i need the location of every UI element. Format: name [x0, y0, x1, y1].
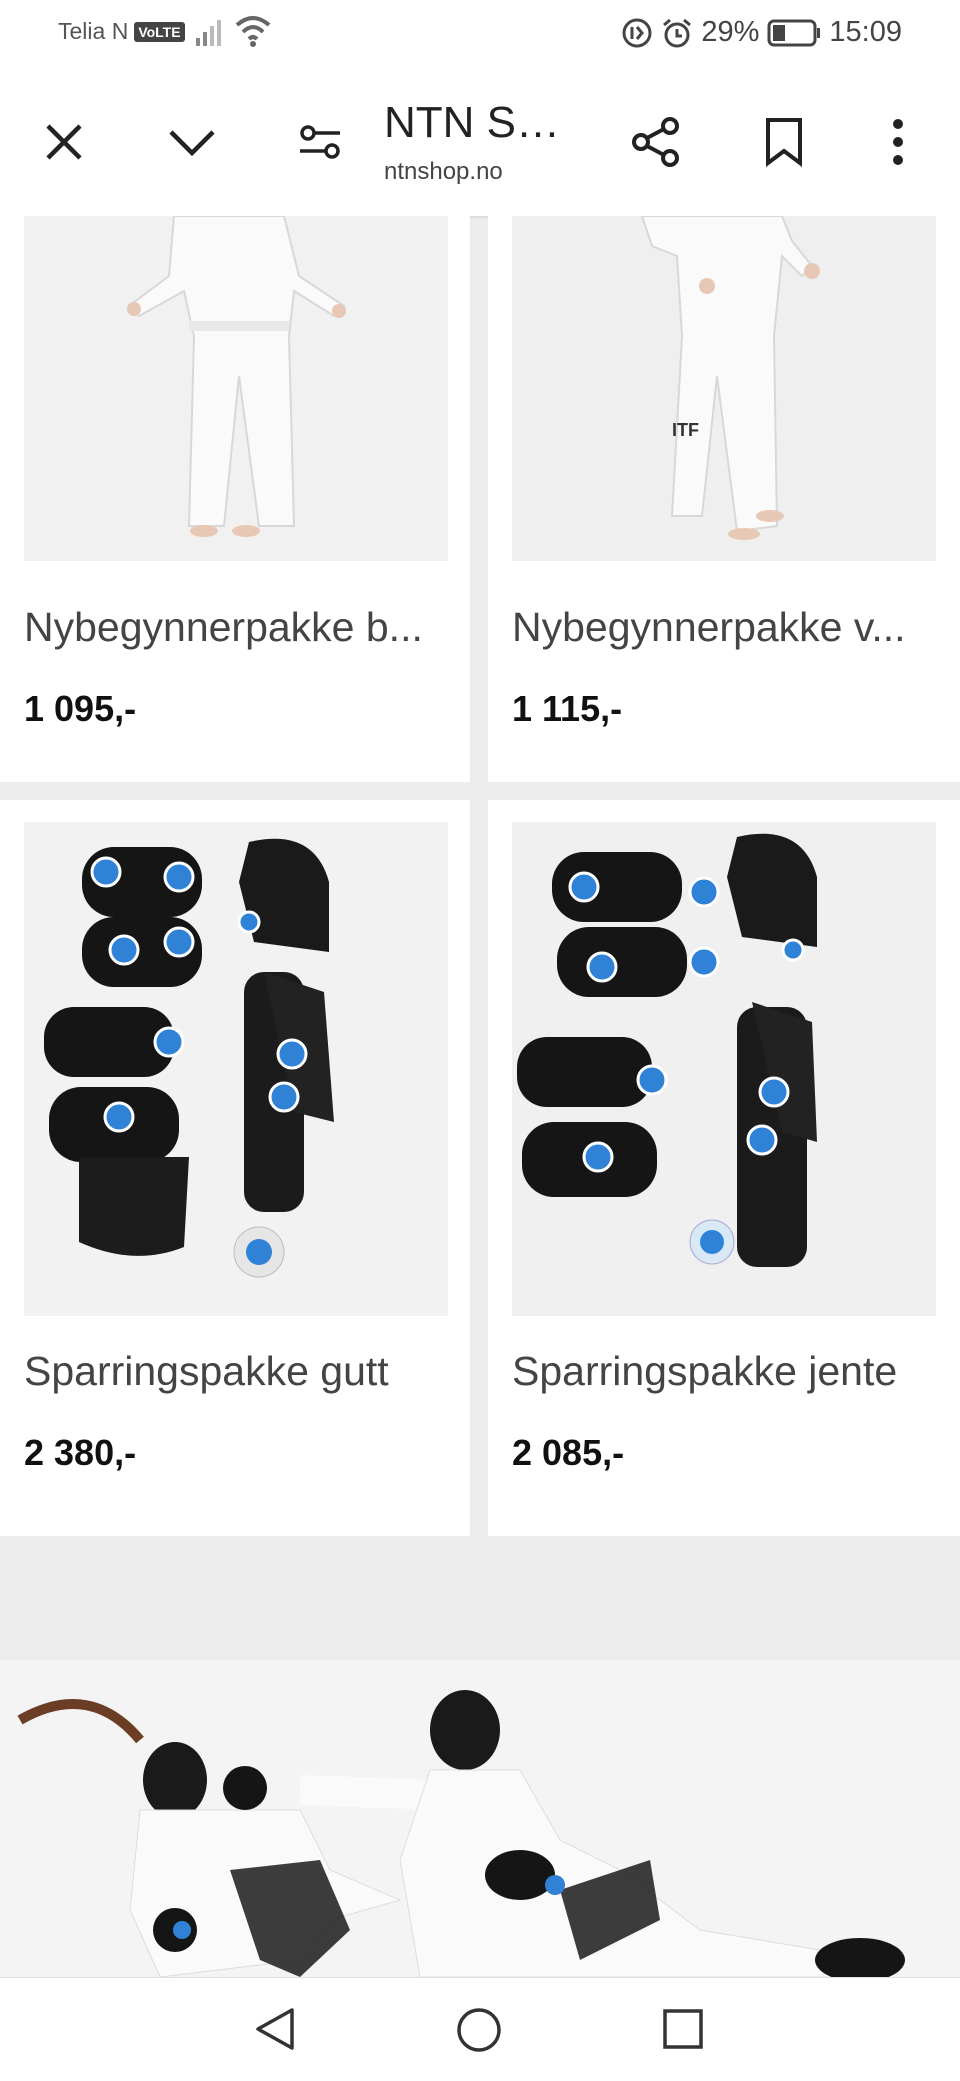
svg-text:ITF: ITF	[672, 420, 699, 440]
custom-tab-toolbar: NTN Sh… ntnshop.no	[0, 68, 960, 218]
product-price: 1 095,-	[24, 688, 137, 729]
back-nav-icon[interactable]	[254, 2006, 296, 2052]
bookmark-button[interactable]	[752, 110, 816, 174]
product-card[interactable]: Nybegynnerpakke b... 1 095,-	[0, 216, 470, 782]
carrier-info: Telia N VoLTE	[58, 18, 185, 45]
promo-banner-image[interactable]	[0, 1660, 960, 1977]
minimize-button[interactable]	[160, 110, 224, 174]
product-image[interactable]: ITF	[512, 216, 936, 561]
product-name[interactable]: Sparringspakke gutt	[24, 1348, 444, 1395]
product-card[interactable]: Sparringspakke jente 2 085,-	[488, 800, 960, 1536]
share-icon	[632, 117, 679, 167]
product-card[interactable]: Sparringspakke gutt 2 380,-	[0, 800, 470, 1536]
product-image[interactable]	[24, 216, 448, 561]
system-nav-bar	[0, 1977, 960, 2081]
close-icon	[46, 124, 82, 160]
volte-badge: VoLTE	[134, 21, 185, 42]
clock: 15:09	[829, 16, 902, 48]
carrier-name: Telia N	[58, 18, 129, 44]
product-image[interactable]	[512, 822, 936, 1316]
chevron-down-icon	[169, 130, 215, 157]
product-name[interactable]: Nybegynnerpakke v...	[512, 604, 932, 651]
signal-icon	[196, 20, 221, 46]
battery-percent: 29%	[701, 16, 760, 48]
page-title: NTN Sh…	[384, 98, 584, 147]
site-settings-button[interactable]	[288, 110, 352, 174]
share-button[interactable]	[624, 110, 688, 174]
wifi-icon	[235, 16, 271, 47]
status-bar: Telia N VoLTE 29% 15:09	[0, 0, 960, 68]
recents-nav-icon[interactable]	[662, 2008, 704, 2050]
bookmark-icon	[766, 118, 802, 167]
home-nav-icon[interactable]	[455, 2006, 503, 2054]
menu-button[interactable]	[866, 110, 930, 174]
product-price: 1 115,-	[512, 688, 623, 729]
page-url: ntnshop.no	[384, 158, 503, 185]
alarm-icon	[663, 18, 692, 47]
battery-icon	[767, 19, 821, 46]
product-name[interactable]: Sparringspakke jente	[512, 1348, 932, 1395]
product-card[interactable]: ITF Nybegynnerpakke v... 1 115,-	[488, 216, 960, 782]
product-image[interactable]	[24, 822, 448, 1316]
product-price: 2 085,-	[512, 1432, 625, 1473]
tune-icon	[300, 125, 340, 159]
product-name[interactable]: Nybegynnerpakke b...	[24, 604, 444, 651]
more-vert-icon	[893, 119, 903, 165]
close-button[interactable]	[32, 110, 96, 174]
product-price: 2 380,-	[24, 1432, 137, 1473]
data-saver-icon	[622, 18, 652, 47]
